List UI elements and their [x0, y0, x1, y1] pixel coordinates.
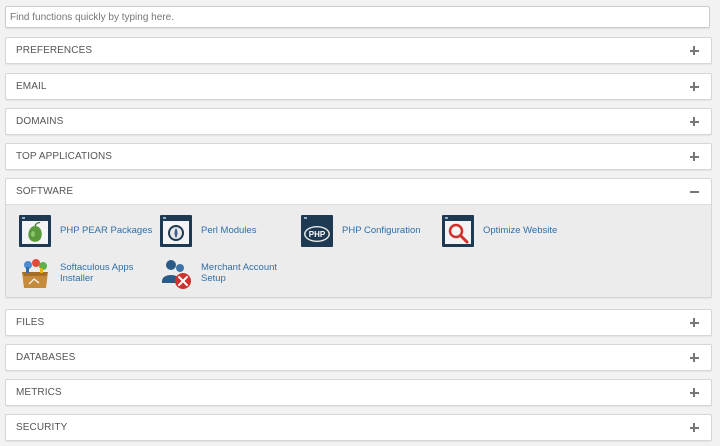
optimize-website-icon: [442, 215, 474, 247]
app-label: Optimize Website: [483, 225, 558, 237]
section-email[interactable]: EMAIL: [5, 73, 712, 100]
softaculous-icon: [22, 259, 48, 288]
php-pear-packages-link[interactable]: PHP PEAR Packages: [18, 214, 152, 248]
merchant-account-icon: [162, 260, 191, 289]
app-label: PHP PEAR Packages: [60, 225, 153, 237]
section-header-email[interactable]: EMAIL: [6, 74, 711, 99]
section-header-databases[interactable]: DATABASES: [6, 345, 711, 370]
expand-icon[interactable]: [688, 144, 700, 169]
section-title: DOMAINS: [16, 116, 64, 127]
expand-icon[interactable]: [688, 345, 700, 370]
section-header-security[interactable]: SECURITY: [6, 415, 711, 440]
section-title: SECURITY: [16, 422, 68, 433]
section-header-top-applications[interactable]: TOP APPLICATIONS: [6, 144, 711, 169]
merchant-account-setup-link[interactable]: Merchant Account Setup: [159, 256, 277, 290]
softaculous-apps-installer-link[interactable]: Softaculous Apps Installer: [18, 256, 133, 290]
section-header-preferences[interactable]: PREFERENCES: [6, 38, 711, 63]
section-title: METRICS: [16, 387, 62, 398]
php-pear-icon: [19, 215, 51, 247]
section-top-applications[interactable]: TOP APPLICATIONS: [5, 143, 712, 170]
section-files[interactable]: FILES: [5, 309, 712, 336]
php-configuration-icon: PHP: [301, 215, 333, 247]
expand-icon[interactable]: [688, 38, 700, 63]
app-label: Merchant Account Setup: [201, 261, 278, 285]
app-label: Softaculous Apps Installer: [60, 261, 134, 285]
expand-icon[interactable]: [688, 415, 700, 440]
collapse-icon[interactable]: [688, 179, 700, 204]
perl-modules-link[interactable]: Perl Modules: [159, 214, 256, 248]
section-security[interactable]: SECURITY: [5, 414, 712, 441]
expand-icon[interactable]: [688, 74, 700, 99]
app-label: Perl Modules: [201, 225, 257, 237]
section-metrics[interactable]: METRICS: [5, 379, 712, 406]
section-software[interactable]: SOFTWARE PHP PEAR Packages Perl Modules …: [5, 178, 712, 298]
section-preferences[interactable]: PREFERENCES: [5, 37, 712, 64]
php-configuration-link[interactable]: PHP PHP Configuration: [300, 214, 421, 248]
section-domains[interactable]: DOMAINS: [5, 108, 712, 135]
expand-icon[interactable]: [688, 310, 700, 335]
section-databases[interactable]: DATABASES: [5, 344, 712, 371]
search-input[interactable]: [5, 6, 710, 28]
section-title: FILES: [16, 317, 45, 328]
perl-modules-icon: [160, 215, 192, 247]
app-label: PHP Configuration: [342, 225, 421, 237]
section-title: TOP APPLICATIONS: [16, 151, 113, 162]
section-header-software[interactable]: SOFTWARE: [6, 179, 711, 204]
section-title: EMAIL: [16, 81, 47, 92]
expand-icon[interactable]: [688, 109, 700, 134]
section-title: DATABASES: [16, 352, 76, 363]
section-title: SOFTWARE: [16, 186, 74, 197]
optimize-website-link[interactable]: Optimize Website: [441, 214, 557, 248]
section-header-metrics[interactable]: METRICS: [6, 380, 711, 405]
software-items: PHP PEAR Packages Perl Modules PHP PHP C: [6, 204, 711, 297]
expand-icon[interactable]: [688, 380, 700, 405]
svg-text:PHP: PHP: [309, 230, 326, 239]
section-title: PREFERENCES: [16, 45, 93, 56]
section-header-files[interactable]: FILES: [6, 310, 711, 335]
section-header-domains[interactable]: DOMAINS: [6, 109, 711, 134]
